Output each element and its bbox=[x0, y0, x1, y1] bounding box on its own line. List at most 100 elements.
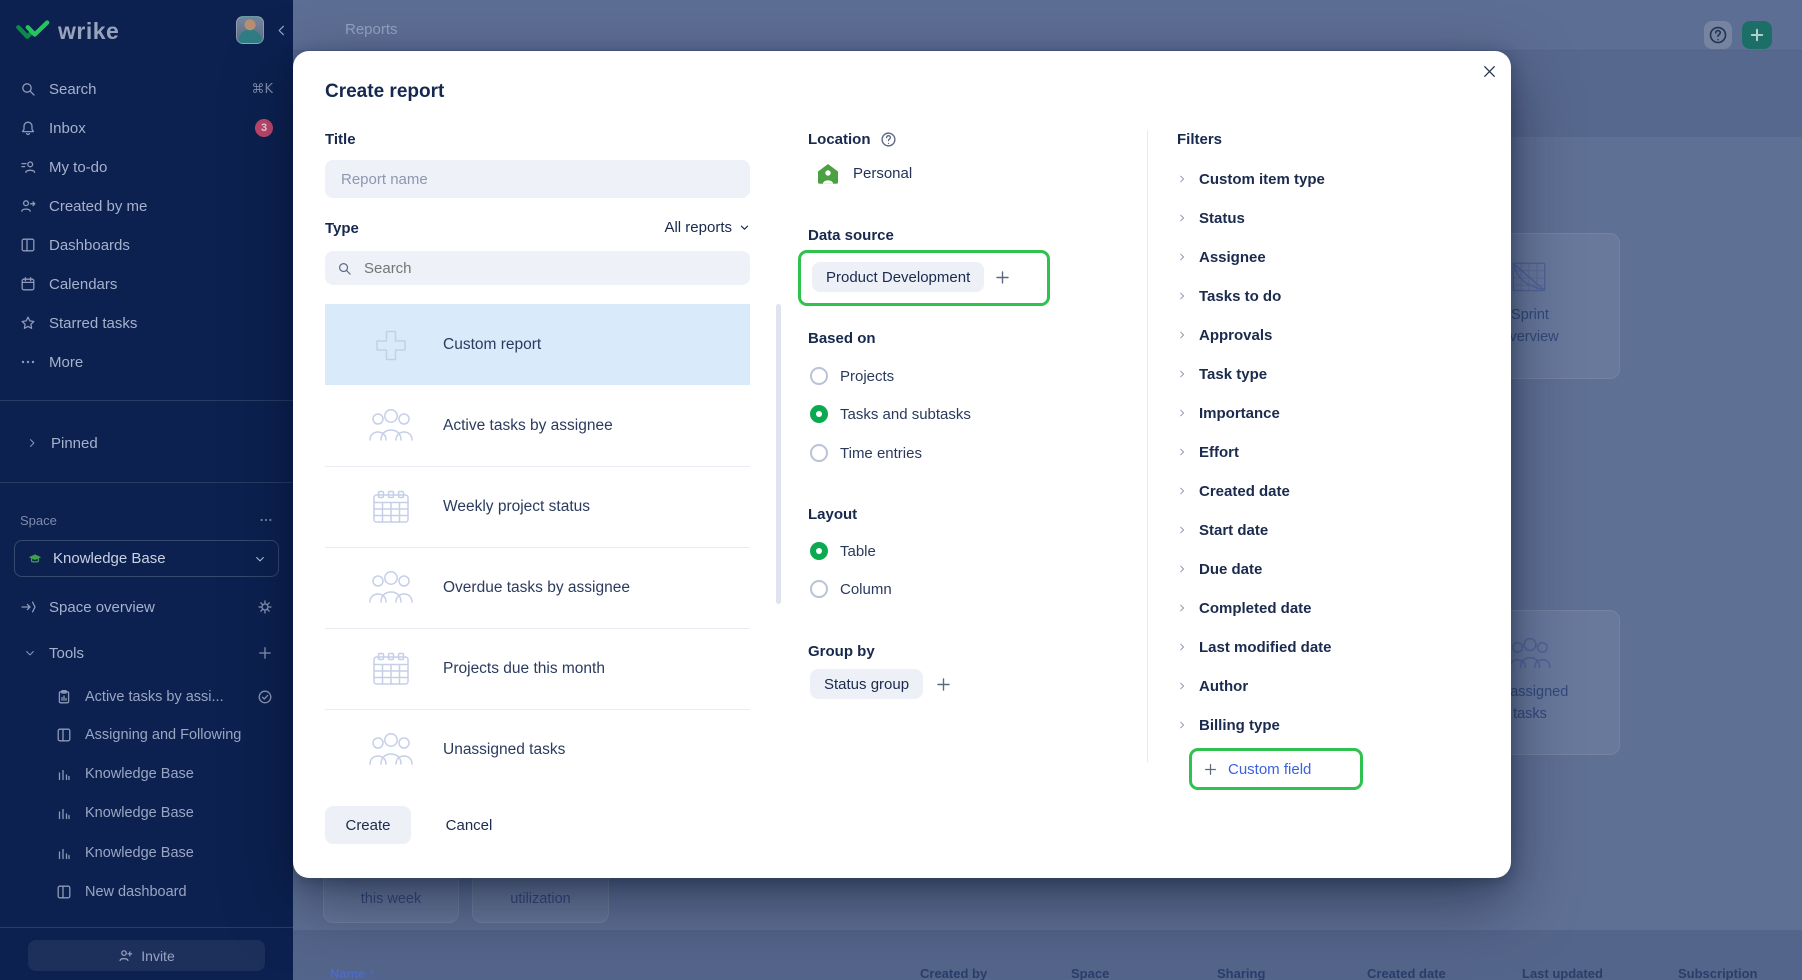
filter-start-date[interactable]: Start date bbox=[1177, 515, 1268, 545]
type-search-box bbox=[325, 251, 750, 285]
filter-approvals[interactable]: Approvals bbox=[1177, 320, 1272, 350]
wrike-logo[interactable]: wrike bbox=[16, 18, 119, 45]
table-header-subscription[interactable]: Subscription bbox=[1678, 966, 1757, 980]
filter-author[interactable]: Author bbox=[1177, 671, 1248, 701]
filter-created-date[interactable]: Created date bbox=[1177, 476, 1290, 506]
sidebar-item-space-overview[interactable]: Space overview bbox=[0, 588, 293, 626]
dots-icon bbox=[20, 354, 36, 370]
close-icon[interactable] bbox=[1481, 63, 1498, 80]
tool-item-active-tasks[interactable]: Active tasks by assi... bbox=[0, 678, 293, 716]
radio-tasks-and-subtasks[interactable]: Tasks and subtasks bbox=[810, 399, 971, 429]
report-type-unassigned-tasks[interactable]: Unassigned tasks bbox=[325, 709, 750, 790]
report-type-list-scrollbar[interactable] bbox=[776, 304, 781, 604]
title-label: Title bbox=[325, 131, 356, 148]
report-name-input[interactable] bbox=[325, 160, 750, 198]
chevron-right-icon bbox=[1177, 603, 1187, 613]
type-label: Type bbox=[325, 220, 359, 237]
report-card-title: utilization bbox=[473, 888, 608, 910]
space-selector[interactable]: Knowledge Base bbox=[14, 540, 279, 577]
space-options-icon[interactable] bbox=[259, 513, 273, 527]
filter-due-date[interactable]: Due date bbox=[1177, 554, 1262, 584]
collapse-sidebar-icon[interactable] bbox=[274, 23, 289, 38]
todo-person-icon bbox=[20, 159, 36, 175]
search-icon bbox=[337, 261, 352, 276]
layout-label: Layout bbox=[808, 506, 857, 523]
sidebar-item-more[interactable]: More bbox=[0, 343, 293, 381]
filter-completed-date[interactable]: Completed date bbox=[1177, 593, 1312, 623]
bar-chart-icon bbox=[56, 766, 72, 782]
filter-billing-type[interactable]: Billing type bbox=[1177, 710, 1280, 740]
tool-item-new-dashboard[interactable]: New dashboard bbox=[0, 873, 293, 911]
invite-button[interactable]: Invite bbox=[28, 940, 265, 971]
data-source-chip[interactable]: Product Development bbox=[812, 262, 984, 292]
help-button[interactable] bbox=[1704, 21, 1732, 49]
radio-icon bbox=[810, 580, 828, 598]
table-header-created-by[interactable]: Created by bbox=[920, 966, 987, 980]
location-value-row[interactable]: Personal bbox=[816, 159, 912, 187]
add-group-by-icon[interactable] bbox=[935, 676, 952, 693]
sidebar-item-starred-tasks[interactable]: Starred tasks bbox=[0, 304, 293, 342]
radio-column[interactable]: Column bbox=[810, 574, 892, 604]
filter-importance[interactable]: Importance bbox=[1177, 398, 1280, 428]
chevron-right-icon bbox=[1177, 291, 1187, 301]
filter-status[interactable]: Status bbox=[1177, 203, 1245, 233]
create-new-button[interactable] bbox=[1742, 21, 1772, 49]
table-header-name[interactable]: Name ↑ bbox=[330, 966, 376, 980]
dashboard-icon bbox=[56, 727, 72, 743]
sidebar-item-created-by-me[interactable]: Created by me bbox=[0, 187, 293, 225]
sidebar-item-my-todo[interactable]: My to-do bbox=[0, 148, 293, 186]
tool-item-knowledge-base-3[interactable]: Knowledge Base bbox=[0, 834, 293, 872]
add-tool-icon[interactable] bbox=[257, 645, 273, 661]
radio-time-entries[interactable]: Time entries bbox=[810, 438, 922, 468]
filter-tasks-to-do[interactable]: Tasks to do bbox=[1177, 281, 1281, 311]
radio-projects[interactable]: Projects bbox=[810, 361, 894, 391]
page-title: Reports bbox=[345, 21, 398, 38]
group-by-label: Group by bbox=[808, 643, 875, 660]
filter-last-modified-date[interactable]: Last modified date bbox=[1177, 632, 1332, 662]
sidebar-section-pinned[interactable]: Pinned bbox=[0, 424, 293, 462]
table-header-last-updated[interactable]: Last updated bbox=[1522, 966, 1603, 980]
sidebar-section-tools[interactable]: Tools bbox=[0, 634, 293, 672]
create-button[interactable]: Create bbox=[325, 806, 411, 844]
report-card-title: this week bbox=[324, 888, 458, 910]
sidebar-item-dashboards[interactable]: Dashboards bbox=[0, 226, 293, 264]
tool-item-assigning-following[interactable]: Assigning and Following bbox=[0, 716, 293, 754]
filter-custom-item-type[interactable]: Custom item type bbox=[1177, 164, 1325, 194]
filter-assignee[interactable]: Assignee bbox=[1177, 242, 1266, 272]
report-type-weekly-project-status[interactable]: Weekly project status bbox=[325, 466, 750, 547]
cancel-button[interactable]: Cancel bbox=[429, 806, 509, 844]
chevron-right-icon bbox=[1177, 369, 1187, 379]
chevron-down-icon bbox=[739, 222, 750, 233]
tool-item-knowledge-base-1[interactable]: Knowledge Base bbox=[0, 755, 293, 793]
report-type-custom-report[interactable]: Custom report bbox=[325, 304, 750, 385]
add-custom-field-button[interactable]: Custom field bbox=[1203, 755, 1311, 783]
chevron-right-icon bbox=[1177, 564, 1187, 574]
help-circle-icon[interactable] bbox=[880, 131, 897, 148]
plus-outline-icon bbox=[363, 322, 419, 368]
tool-item-knowledge-base-2[interactable]: Knowledge Base bbox=[0, 794, 293, 832]
report-type-projects-due-this-month[interactable]: Projects due this month bbox=[325, 628, 750, 709]
chevron-right-icon bbox=[1177, 330, 1187, 340]
sidebar-item-inbox[interactable]: Inbox 3 bbox=[0, 109, 293, 147]
report-type-active-tasks-by-assignee[interactable]: Active tasks by assignee bbox=[325, 385, 750, 466]
bell-icon bbox=[20, 120, 36, 136]
table-header-sharing[interactable]: Sharing bbox=[1217, 966, 1265, 980]
group-by-row: Status group bbox=[810, 669, 952, 699]
sidebar-item-search[interactable]: Search ⌘K bbox=[0, 70, 293, 108]
sidebar-item-calendars[interactable]: Calendars bbox=[0, 265, 293, 303]
report-type-overdue-tasks-by-assignee[interactable]: Overdue tasks by assignee bbox=[325, 547, 750, 628]
filter-task-type[interactable]: Task type bbox=[1177, 359, 1267, 389]
table-header-space[interactable]: Space bbox=[1071, 966, 1109, 980]
wrike-logo-text: wrike bbox=[58, 18, 119, 45]
avatar[interactable] bbox=[236, 16, 264, 44]
chevron-right-icon bbox=[1177, 252, 1187, 262]
gear-icon[interactable] bbox=[257, 599, 273, 615]
type-search-input[interactable] bbox=[362, 259, 738, 278]
people-group-icon bbox=[363, 565, 419, 611]
table-header-created-date[interactable]: Created date bbox=[1367, 966, 1446, 980]
group-by-chip[interactable]: Status group bbox=[810, 669, 923, 699]
type-filter-dropdown[interactable]: All reports bbox=[633, 219, 750, 236]
add-data-source-icon[interactable] bbox=[994, 269, 1011, 286]
filter-effort[interactable]: Effort bbox=[1177, 437, 1239, 467]
radio-table[interactable]: Table bbox=[810, 536, 876, 566]
